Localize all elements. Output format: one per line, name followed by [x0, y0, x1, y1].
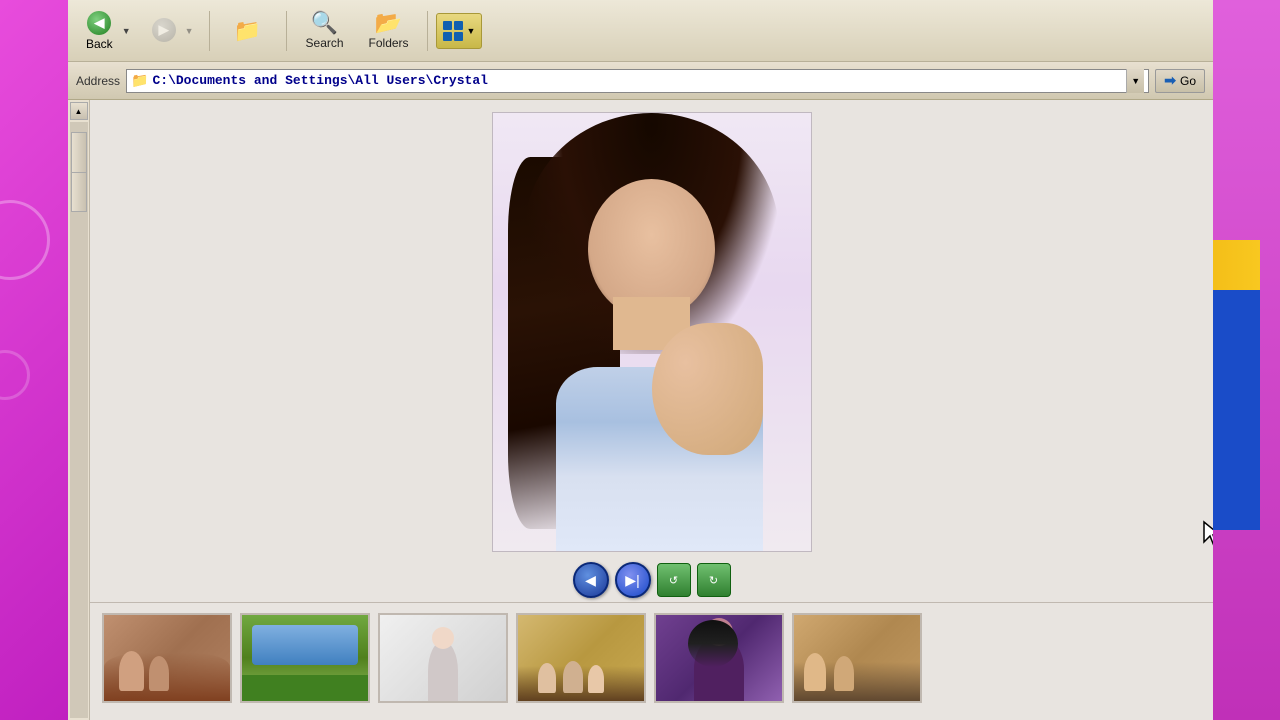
next-button[interactable]: ▶| — [615, 562, 651, 598]
back-label: Back — [86, 37, 113, 51]
go-arrow-icon: ➡ — [1164, 72, 1176, 89]
views-dropdown-arrow: ▼ — [467, 26, 476, 36]
address-dropdown-arrow[interactable]: ▼ — [1126, 69, 1144, 93]
search-button[interactable]: 🔍 Search — [295, 6, 355, 56]
views-icon — [443, 21, 463, 41]
thumbnails-strip — [90, 602, 1213, 712]
back-button[interactable]: ◀ Back ▼ — [76, 6, 138, 56]
rotate-left-button[interactable]: ↺ — [657, 563, 691, 597]
thumbnail-2[interactable] — [240, 613, 370, 703]
folders-icon: 📂 — [375, 12, 402, 34]
photo-person-background — [493, 113, 811, 551]
cursor-icon — [1202, 520, 1213, 548]
main-photo — [492, 112, 812, 552]
address-input-wrap: 📁 ▼ — [126, 69, 1149, 93]
photo-area: ◀ ▶| ↺ ↻ — [90, 100, 1213, 720]
forward-icon: ▶ — [152, 18, 176, 42]
search-label: Search — [306, 36, 344, 50]
thumbnail-1[interactable] — [102, 613, 232, 703]
go-label: Go — [1180, 74, 1196, 88]
left-side-panel — [0, 0, 70, 720]
forward-dropdown-arrow[interactable]: ▼ — [182, 6, 197, 56]
thumbnail-4[interactable] — [516, 613, 646, 703]
content-area: ▲ — [68, 100, 1213, 720]
back-dropdown-arrow[interactable]: ▼ — [119, 6, 134, 56]
toolbar-separator-3 — [427, 11, 428, 51]
address-bar: Address 📁 ▼ ➡ Go — [68, 62, 1213, 100]
address-input[interactable] — [152, 73, 1122, 88]
toolbar-separator-1 — [209, 11, 210, 51]
thumbnail-3[interactable] — [378, 613, 508, 703]
address-label: Address — [76, 74, 120, 88]
rotate-right-button[interactable]: ↻ — [697, 563, 731, 597]
toolbar: ◀ Back ▼ ▶ ▼ 📁 🔍 Search 📂 Folders — [68, 0, 1213, 62]
explorer-window: ◀ Back ▼ ▶ ▼ 📁 🔍 Search 📂 Folders — [68, 0, 1213, 720]
scrollbar-track[interactable] — [70, 122, 88, 718]
search-icon: 🔍 — [311, 12, 338, 34]
up-button[interactable]: 📁 — [218, 6, 278, 56]
prev-button[interactable]: ◀ — [573, 562, 609, 598]
nav-controls: ◀ ▶| ↺ ↻ — [573, 562, 731, 598]
cursor-overlay — [1202, 520, 1213, 554]
views-button[interactable]: ▼ — [436, 13, 483, 49]
thumbnail-5[interactable] — [654, 613, 784, 703]
back-icon: ◀ — [87, 11, 111, 35]
thumbnail-6[interactable] — [792, 613, 922, 703]
folders-label: Folders — [369, 36, 409, 50]
left-scroll-panel: ▲ — [68, 100, 90, 720]
forward-button[interactable]: ▶ ▼ — [142, 6, 201, 56]
scroll-up-button[interactable]: ▲ — [70, 102, 88, 120]
address-folder-icon: 📁 — [131, 72, 148, 89]
go-button[interactable]: ➡ Go — [1155, 69, 1205, 93]
up-icon: 📁 — [234, 20, 261, 42]
folders-button[interactable]: 📂 Folders — [359, 6, 419, 56]
photo-shoulder — [652, 323, 763, 454]
toolbar-separator-2 — [286, 11, 287, 51]
